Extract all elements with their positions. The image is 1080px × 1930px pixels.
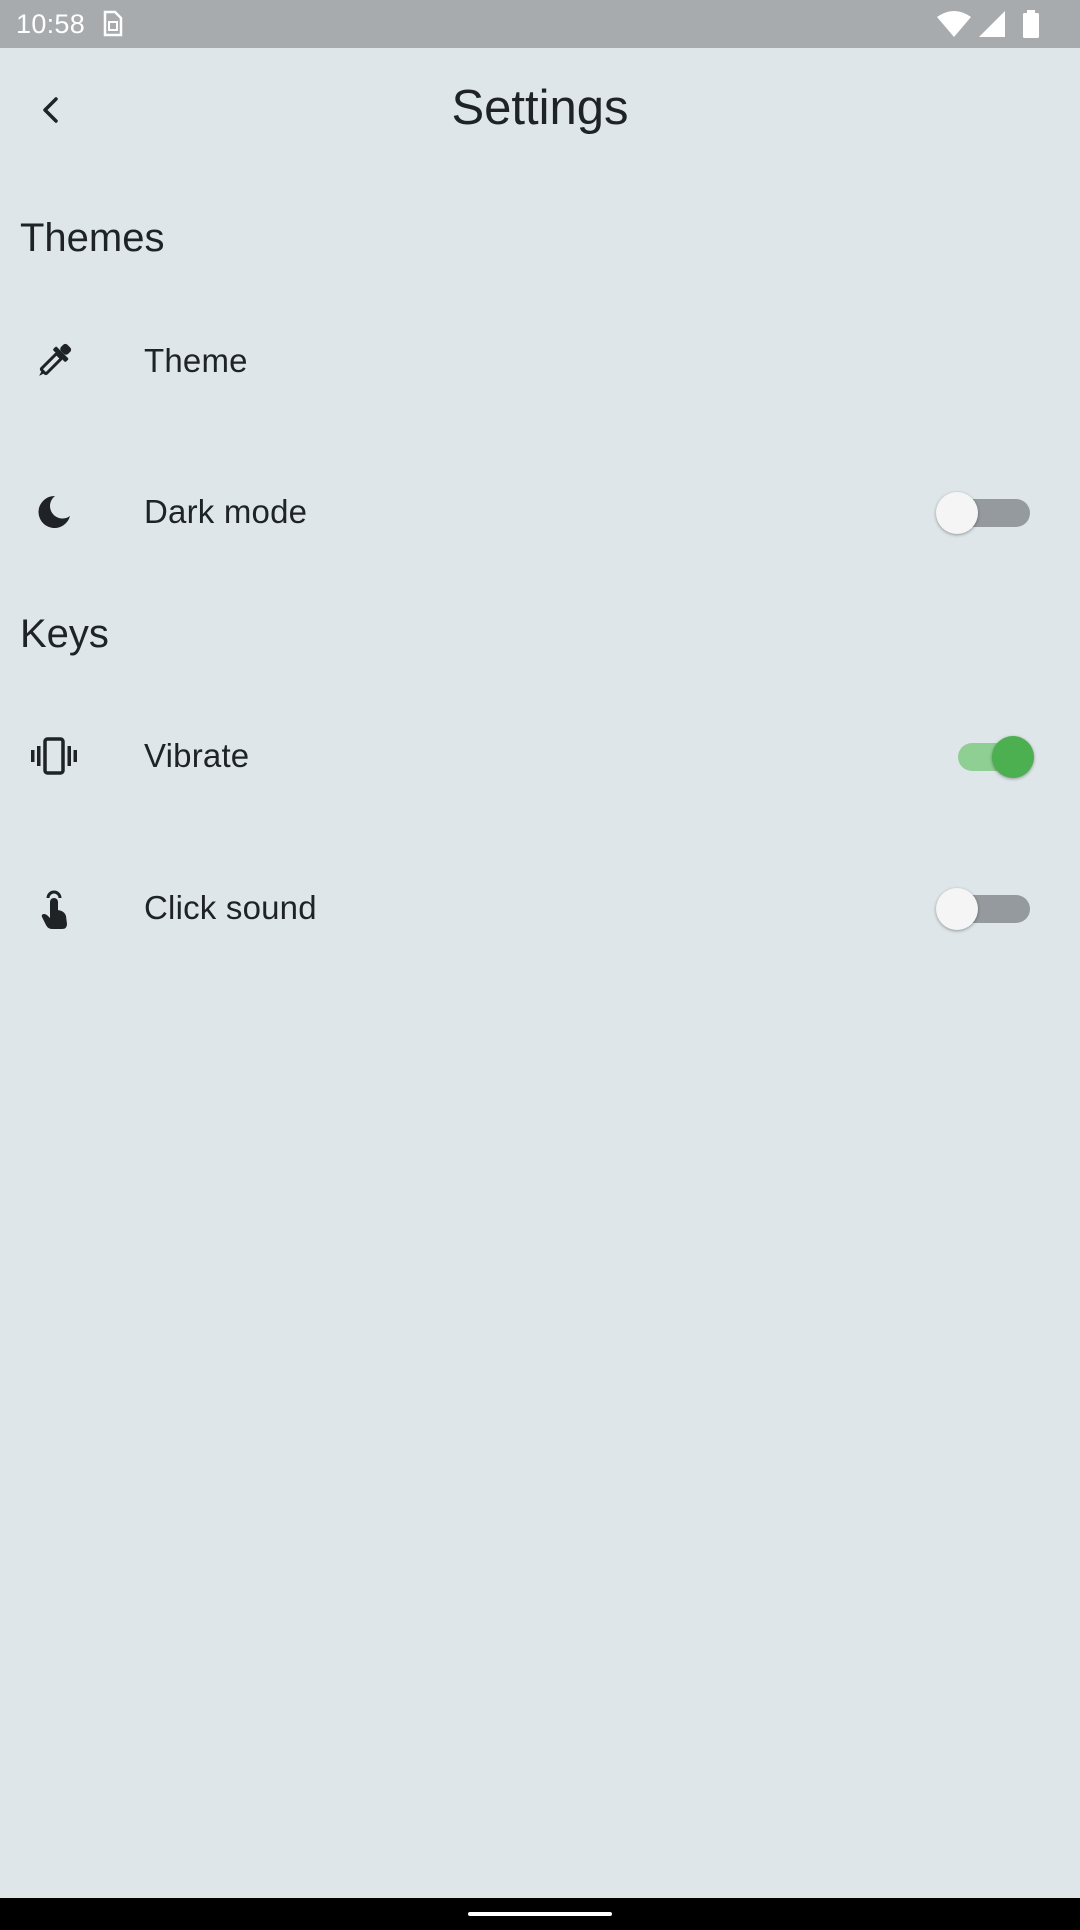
- signal-icon: [979, 11, 1005, 37]
- battery-icon: [1023, 10, 1039, 38]
- settings-item-label: Vibrate: [144, 737, 250, 774]
- settings-item-label: Dark mode: [144, 493, 308, 530]
- toggle-thumb: [992, 736, 1034, 778]
- section-header-keys: Keys: [20, 612, 109, 656]
- click-sound-toggle[interactable]: [936, 888, 1030, 930]
- home-gesture-handle[interactable]: [468, 1912, 612, 1916]
- vibrate-toggle[interactable]: [958, 736, 1034, 778]
- app-bar: Settings: [0, 48, 1080, 168]
- sim-card-icon: [101, 10, 123, 38]
- navigation-bar: [0, 1898, 1080, 1930]
- settings-item-dark-mode[interactable]: Dark mode: [0, 442, 1080, 582]
- settings-item-vibrate[interactable]: Vibrate: [0, 686, 1080, 826]
- moon-icon: [30, 488, 78, 536]
- eyedropper-icon: [30, 337, 78, 385]
- touch-icon: [30, 884, 78, 932]
- status-time: 10:58: [16, 9, 86, 39]
- page-title: Settings: [451, 81, 629, 135]
- status-icons: [926, 10, 1056, 38]
- settings-item-click-sound[interactable]: Click sound: [0, 838, 1080, 978]
- settings-item-label: Click sound: [144, 889, 317, 926]
- settings-item-label: Theme: [144, 342, 248, 379]
- toggle-thumb: [936, 888, 978, 930]
- settings-item-theme[interactable]: Theme: [0, 291, 1080, 431]
- status-bar: 10:58: [0, 0, 1080, 48]
- toggle-thumb: [936, 492, 978, 534]
- dark-mode-toggle[interactable]: [936, 492, 1030, 534]
- section-header-themes: Themes: [20, 216, 165, 260]
- vibrate-icon: [30, 732, 78, 780]
- wifi-icon: [937, 11, 971, 37]
